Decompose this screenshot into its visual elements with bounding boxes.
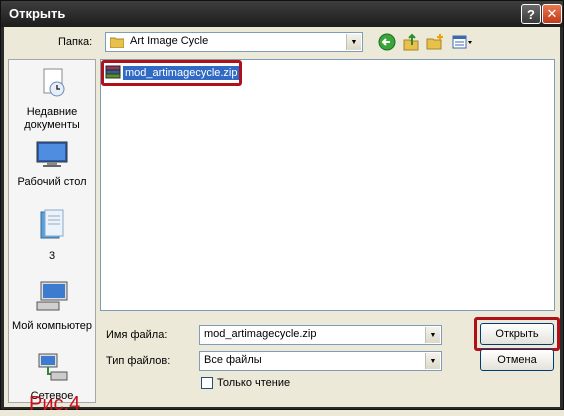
open-file-dialog: Открыть ? ✕ Папка: Art Image Cycle ▼ Нед…	[0, 0, 564, 415]
folder-select[interactable]: Art Image Cycle ▼	[105, 32, 363, 52]
place-desktop[interactable]: Рабочий стол	[9, 140, 95, 189]
folder-value: Art Image Cycle	[130, 35, 209, 47]
filename-input[interactable]: mod_artimagecycle.zip ▼	[199, 325, 442, 345]
new-folder-icon	[426, 34, 443, 50]
up-folder-icon	[403, 33, 419, 51]
help-icon: ?	[527, 6, 535, 22]
my-documents-icon	[9, 208, 95, 246]
places-bar: Недавние документы Рабочий стол 3 Мой ко…	[8, 59, 96, 403]
back-icon	[378, 33, 396, 51]
figure-caption: Рис.4	[29, 393, 81, 415]
file-list[interactable]: mod_artimagecycle.zip	[100, 59, 555, 311]
selected-file-highlight	[101, 60, 242, 86]
place-label: 3	[48, 250, 56, 262]
place-my-computer[interactable]: Мой компьютер	[9, 280, 95, 333]
readonly-checkbox[interactable]	[201, 377, 213, 389]
folder-icon	[109, 36, 125, 51]
place-label: Недавние документы	[24, 106, 80, 131]
filetype-value: Все файлы	[204, 354, 262, 366]
place-recent-documents[interactable]: Недавние документы	[9, 66, 95, 132]
chevron-down-icon[interactable]: ▼	[425, 353, 440, 369]
folder-label: Папка:	[58, 36, 93, 48]
close-button[interactable]: ✕	[542, 4, 562, 24]
readonly-label: Только чтение	[217, 377, 291, 389]
chevron-down-icon[interactable]: ▼	[346, 34, 361, 50]
place-label: Рабочий стол	[17, 176, 87, 188]
cancel-button-label: Отмена	[497, 354, 537, 366]
chevron-down-icon[interactable]: ▼	[425, 327, 440, 343]
title-bar[interactable]: Открыть ? ✕	[1, 1, 563, 27]
close-icon: ✕	[546, 6, 558, 21]
filetype-select[interactable]: Все файлы ▼	[199, 351, 442, 371]
filename-label: Имя файла:	[106, 329, 168, 341]
cancel-button[interactable]: Отмена	[480, 349, 554, 371]
dialog-body: Папка: Art Image Cycle ▼ Недавние докуме…	[4, 27, 560, 415]
recent-documents-icon	[9, 66, 95, 102]
place-label: Мой компьютер	[11, 320, 93, 332]
view-menu-button[interactable]	[451, 32, 475, 52]
place-my-documents[interactable]: 3	[9, 208, 95, 263]
up-folder-button[interactable]	[401, 32, 421, 52]
new-folder-button[interactable]	[425, 32, 445, 52]
network-icon	[9, 352, 95, 386]
filename-value: mod_artimagecycle.zip	[204, 328, 317, 340]
view-menu-icon	[452, 35, 472, 49]
help-button[interactable]: ?	[521, 4, 541, 24]
window-title: Открыть	[9, 6, 66, 21]
my-computer-icon	[9, 280, 95, 316]
desktop-icon	[9, 140, 95, 172]
open-button-highlight	[474, 317, 560, 351]
filetype-label: Тип файлов:	[106, 355, 171, 367]
back-button[interactable]	[377, 32, 397, 52]
